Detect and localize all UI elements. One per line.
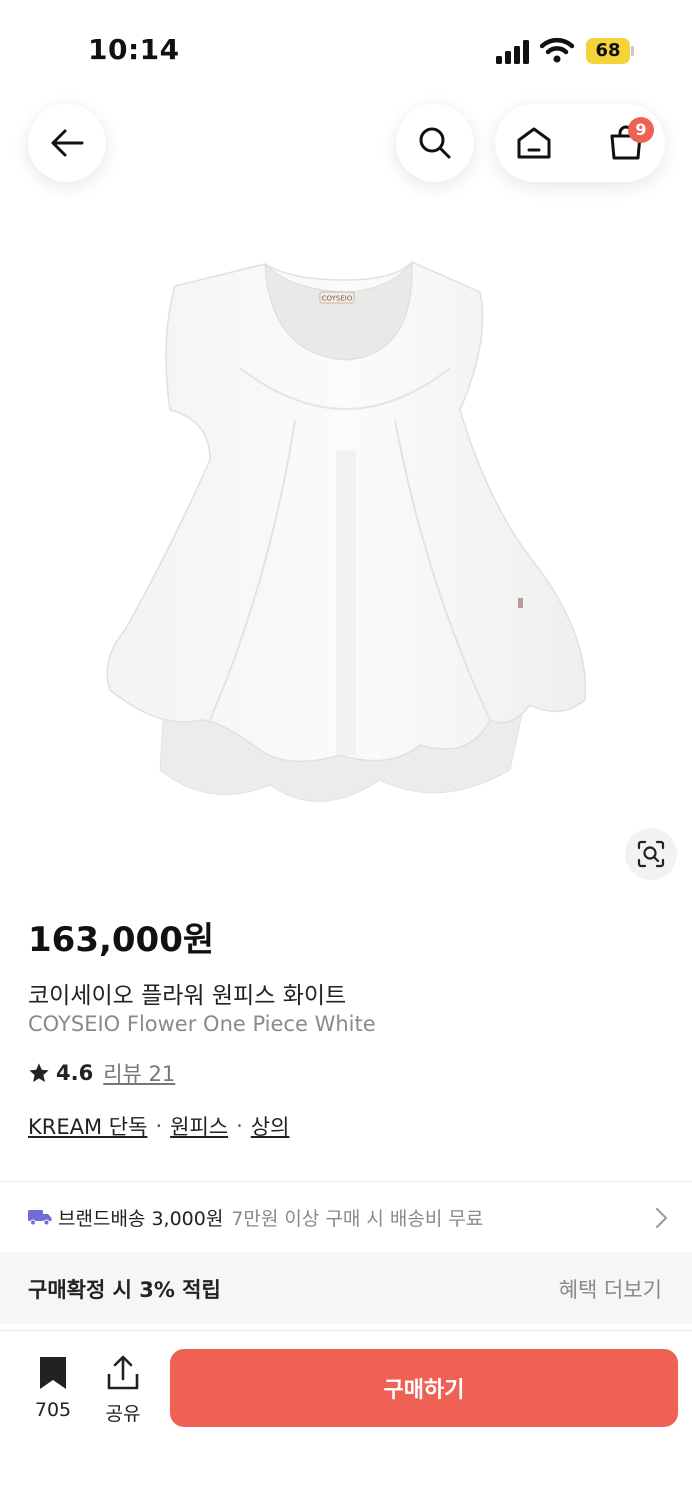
cart-count-badge: 9 <box>628 117 654 143</box>
share-label: 공유 <box>105 1403 141 1425</box>
product-name-english: COYSEIO Flower One Piece White <box>28 1012 376 1036</box>
share-icon <box>107 1355 139 1390</box>
garment-label-text: COYSEIO <box>322 295 353 303</box>
back-button[interactable] <box>28 104 106 182</box>
rating-value: 4.6 <box>56 1061 94 1085</box>
home-icon <box>517 127 551 159</box>
back-arrow-icon <box>51 129 84 157</box>
status-time: 10:14 <box>88 33 180 66</box>
product-price: 163,000원 <box>28 920 215 960</box>
tag-top[interactable]: 상의 <box>251 1111 290 1141</box>
truck-icon <box>28 1210 52 1226</box>
tag-separator: · <box>236 1114 243 1138</box>
tag-kream-exclusive[interactable]: KREAM 단독 <box>28 1111 147 1141</box>
bookmark-count: 705 <box>34 1399 72 1421</box>
product-name-korean: 코이세이오 플라워 원피스 화이트 <box>28 983 347 1009</box>
cellular-signal-icon <box>496 40 529 64</box>
image-search-button[interactable] <box>625 828 677 880</box>
battery-indicator: 68 <box>586 38 630 64</box>
shipping-info-row[interactable]: 브랜드배송 3,000원 7만원 이상 구매 시 배송비 무료 <box>28 1200 668 1234</box>
tag-separator: · <box>155 1114 163 1138</box>
lens-search-icon <box>637 840 665 868</box>
shipping-label: 브랜드배송 3,000원 <box>58 1207 224 1230</box>
bookmark-button[interactable]: 705 <box>28 1355 78 1421</box>
cart-button[interactable] <box>587 104 665 182</box>
battery-tip <box>631 46 634 56</box>
review-link[interactable]: 리뷰 21 <box>103 1058 175 1088</box>
share-button[interactable]: 공유 <box>98 1355 148 1426</box>
star-icon <box>29 1063 49 1082</box>
product-image[interactable]: COYSEIO <box>90 250 602 840</box>
tag-onepiece[interactable]: 원피스 <box>170 1111 228 1141</box>
shipping-description: 7만원 이상 구매 시 배송비 무료 <box>231 1207 484 1230</box>
benefit-section: 구매확정 시 3% 적립 혜택 더보기 <box>0 1252 692 1324</box>
bookmark-icon <box>40 1357 66 1389</box>
chevron-right-icon <box>656 1208 667 1228</box>
buy-button[interactable]: 구매하기 <box>170 1349 678 1427</box>
benefit-title: 구매확정 시 3% 적립 <box>28 1278 221 1302</box>
nav-pill <box>495 104 665 182</box>
benefit-more-link[interactable]: 혜택 더보기 <box>559 1274 662 1304</box>
rating-row: 4.6 리뷰 21 <box>28 1059 175 1087</box>
search-button[interactable] <box>396 104 474 182</box>
category-tags: KREAM 단독 · 원피스 · 상의 <box>28 1111 289 1141</box>
search-icon <box>419 127 451 159</box>
status-bar: 10:14 68 <box>0 0 692 100</box>
bottom-action-bar: 705 공유 구매하기 <box>0 1330 692 1500</box>
home-button[interactable] <box>495 104 573 182</box>
wifi-icon <box>540 37 574 63</box>
divider <box>0 1181 692 1182</box>
